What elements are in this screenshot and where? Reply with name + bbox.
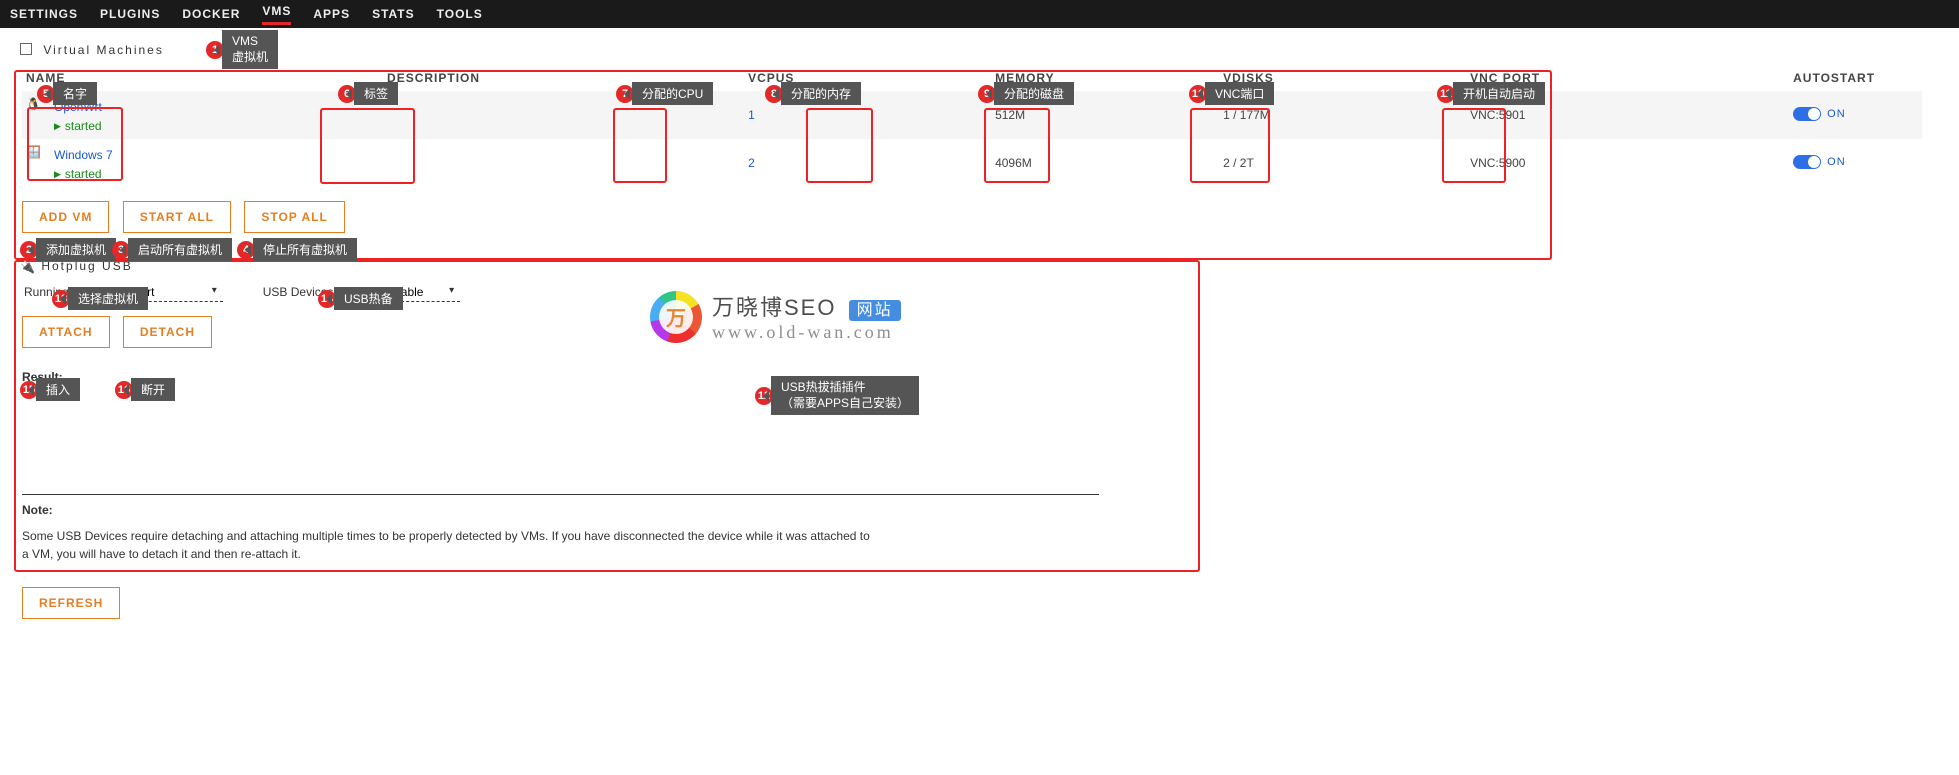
annotation-1: 1VMS虚拟机 [206,30,278,69]
nav-tools[interactable]: TOOLS [437,7,483,21]
detach-button[interactable]: DETACH [123,316,212,348]
vm-table: NAMEDESCRIPTIONVCPUSMEMORYVDISKSVNC PORT… [22,65,1922,187]
annotation-label: USB热拔插插件（需要APPS自己安装） [771,376,919,415]
cell-vdisks: 2 / 2T [1219,139,1466,187]
annotation-7: 7分配的CPU [616,82,713,105]
cell-desc [383,139,744,187]
annotation-label: 名字 [53,82,97,105]
annotation-label: VMS虚拟机 [222,30,278,69]
refresh-button[interactable]: REFRESH [22,587,120,619]
divider [22,494,1099,495]
annotation-label: 断开 [131,378,175,401]
annotation-11: 11开机自动启动 [1437,82,1545,105]
annotation-4: 4停止所有虚拟机 [237,238,357,261]
nav-apps[interactable]: APPS [313,7,350,21]
table-row: 🪟 Windows 7 started 2 4096M2 / 2TVNC:5900 ON [22,139,1922,187]
annotation-label: 选择虚拟机 [68,287,148,310]
annotation-label: USB热备 [334,287,403,310]
result-label: Result: [22,370,1959,384]
annotation-label: 分配的CPU [632,82,713,105]
toggle-switch-icon [1793,155,1821,169]
stop-all-button[interactable]: STOP ALL [244,201,344,233]
annotation-3: 3启动所有虚拟机 [112,238,232,261]
note-title: Note: [22,503,1959,517]
annotation-5: 5名字 [37,82,97,105]
annotation-16: 16断开 [115,378,175,401]
cell-vnc: VNC:5900 [1466,139,1789,187]
annotation-label: 启动所有虚拟机 [128,238,232,261]
section-hotplug-usb: 🔌 Hotplug USB [20,259,1959,273]
autostart-toggle[interactable]: ON [1793,107,1846,121]
annotation-label: 插入 [36,378,80,401]
section-title: Virtual Machines [43,43,164,57]
annotation-label: 分配的磁盘 [994,82,1074,105]
annotation-9: 9分配的磁盘 [978,82,1074,105]
annotation-10: 10VNC端口 [1189,82,1274,105]
usb-icon: 🔌 [20,260,30,270]
cell-cpus: 2 [744,139,991,187]
annotation-8: 8分配的内存 [765,82,861,105]
add-vm-button[interactable]: ADD VM [22,201,109,233]
annotation-label: 分配的内存 [781,82,861,105]
vm-status: started [54,167,379,181]
section-virtual-machines: Virtual Machines [20,42,1959,57]
vcpu-link[interactable]: 2 [748,156,755,170]
top-nav: SETTINGS PLUGINS DOCKER VMS APPS STATS TOOLS [0,0,1959,28]
toggle-label: ON [1827,156,1846,168]
annotation-13: 13选择虚拟机 [52,287,148,310]
annotation-label: 添加虚拟机 [36,238,116,261]
nav-docker[interactable]: DOCKER [182,7,240,21]
nav-stats[interactable]: STATS [372,7,415,21]
annotation-label: VNC端口 [1205,82,1274,105]
nav-vms[interactable]: VMS [262,4,291,25]
vm-status: started [54,119,379,133]
vm-name-link[interactable]: Windows 7 [54,148,113,162]
annotation-12: 12USB热拔插插件（需要APPS自己安装） [755,376,919,415]
windows-icon: 🪟 [26,145,48,167]
annotation-2: 2添加虚拟机 [20,238,116,261]
annotation-label: 停止所有虚拟机 [253,238,357,261]
attach-button[interactable]: ATTACH [22,316,110,348]
vcpu-link[interactable]: 1 [748,108,755,122]
table-row: 🐧OpenWrtstarted1512M1 / 177MVNC:5901ON [22,91,1922,139]
section-title: Hotplug USB [41,259,132,273]
window-icon [20,43,32,55]
col-header-auto: AUTOSTART [1789,65,1922,91]
start-all-button[interactable]: START ALL [123,201,231,233]
annotation-15: 15插入 [20,378,80,401]
nav-plugins[interactable]: PLUGINS [100,7,160,21]
annotation-label: 开机自动启动 [1453,82,1545,105]
annotation-label: 标签 [354,82,398,105]
cell-mem: 4096M [991,139,1219,187]
annotation-6: 6标签 [338,82,398,105]
toggle-label: ON [1827,108,1846,120]
nav-settings[interactable]: SETTINGS [10,7,78,21]
toggle-switch-icon [1793,107,1821,121]
autostart-toggle[interactable]: ON [1793,155,1846,169]
note-body: Some USB Devices require detaching and a… [22,527,872,563]
annotation-14: 14USB热备 [318,287,403,310]
